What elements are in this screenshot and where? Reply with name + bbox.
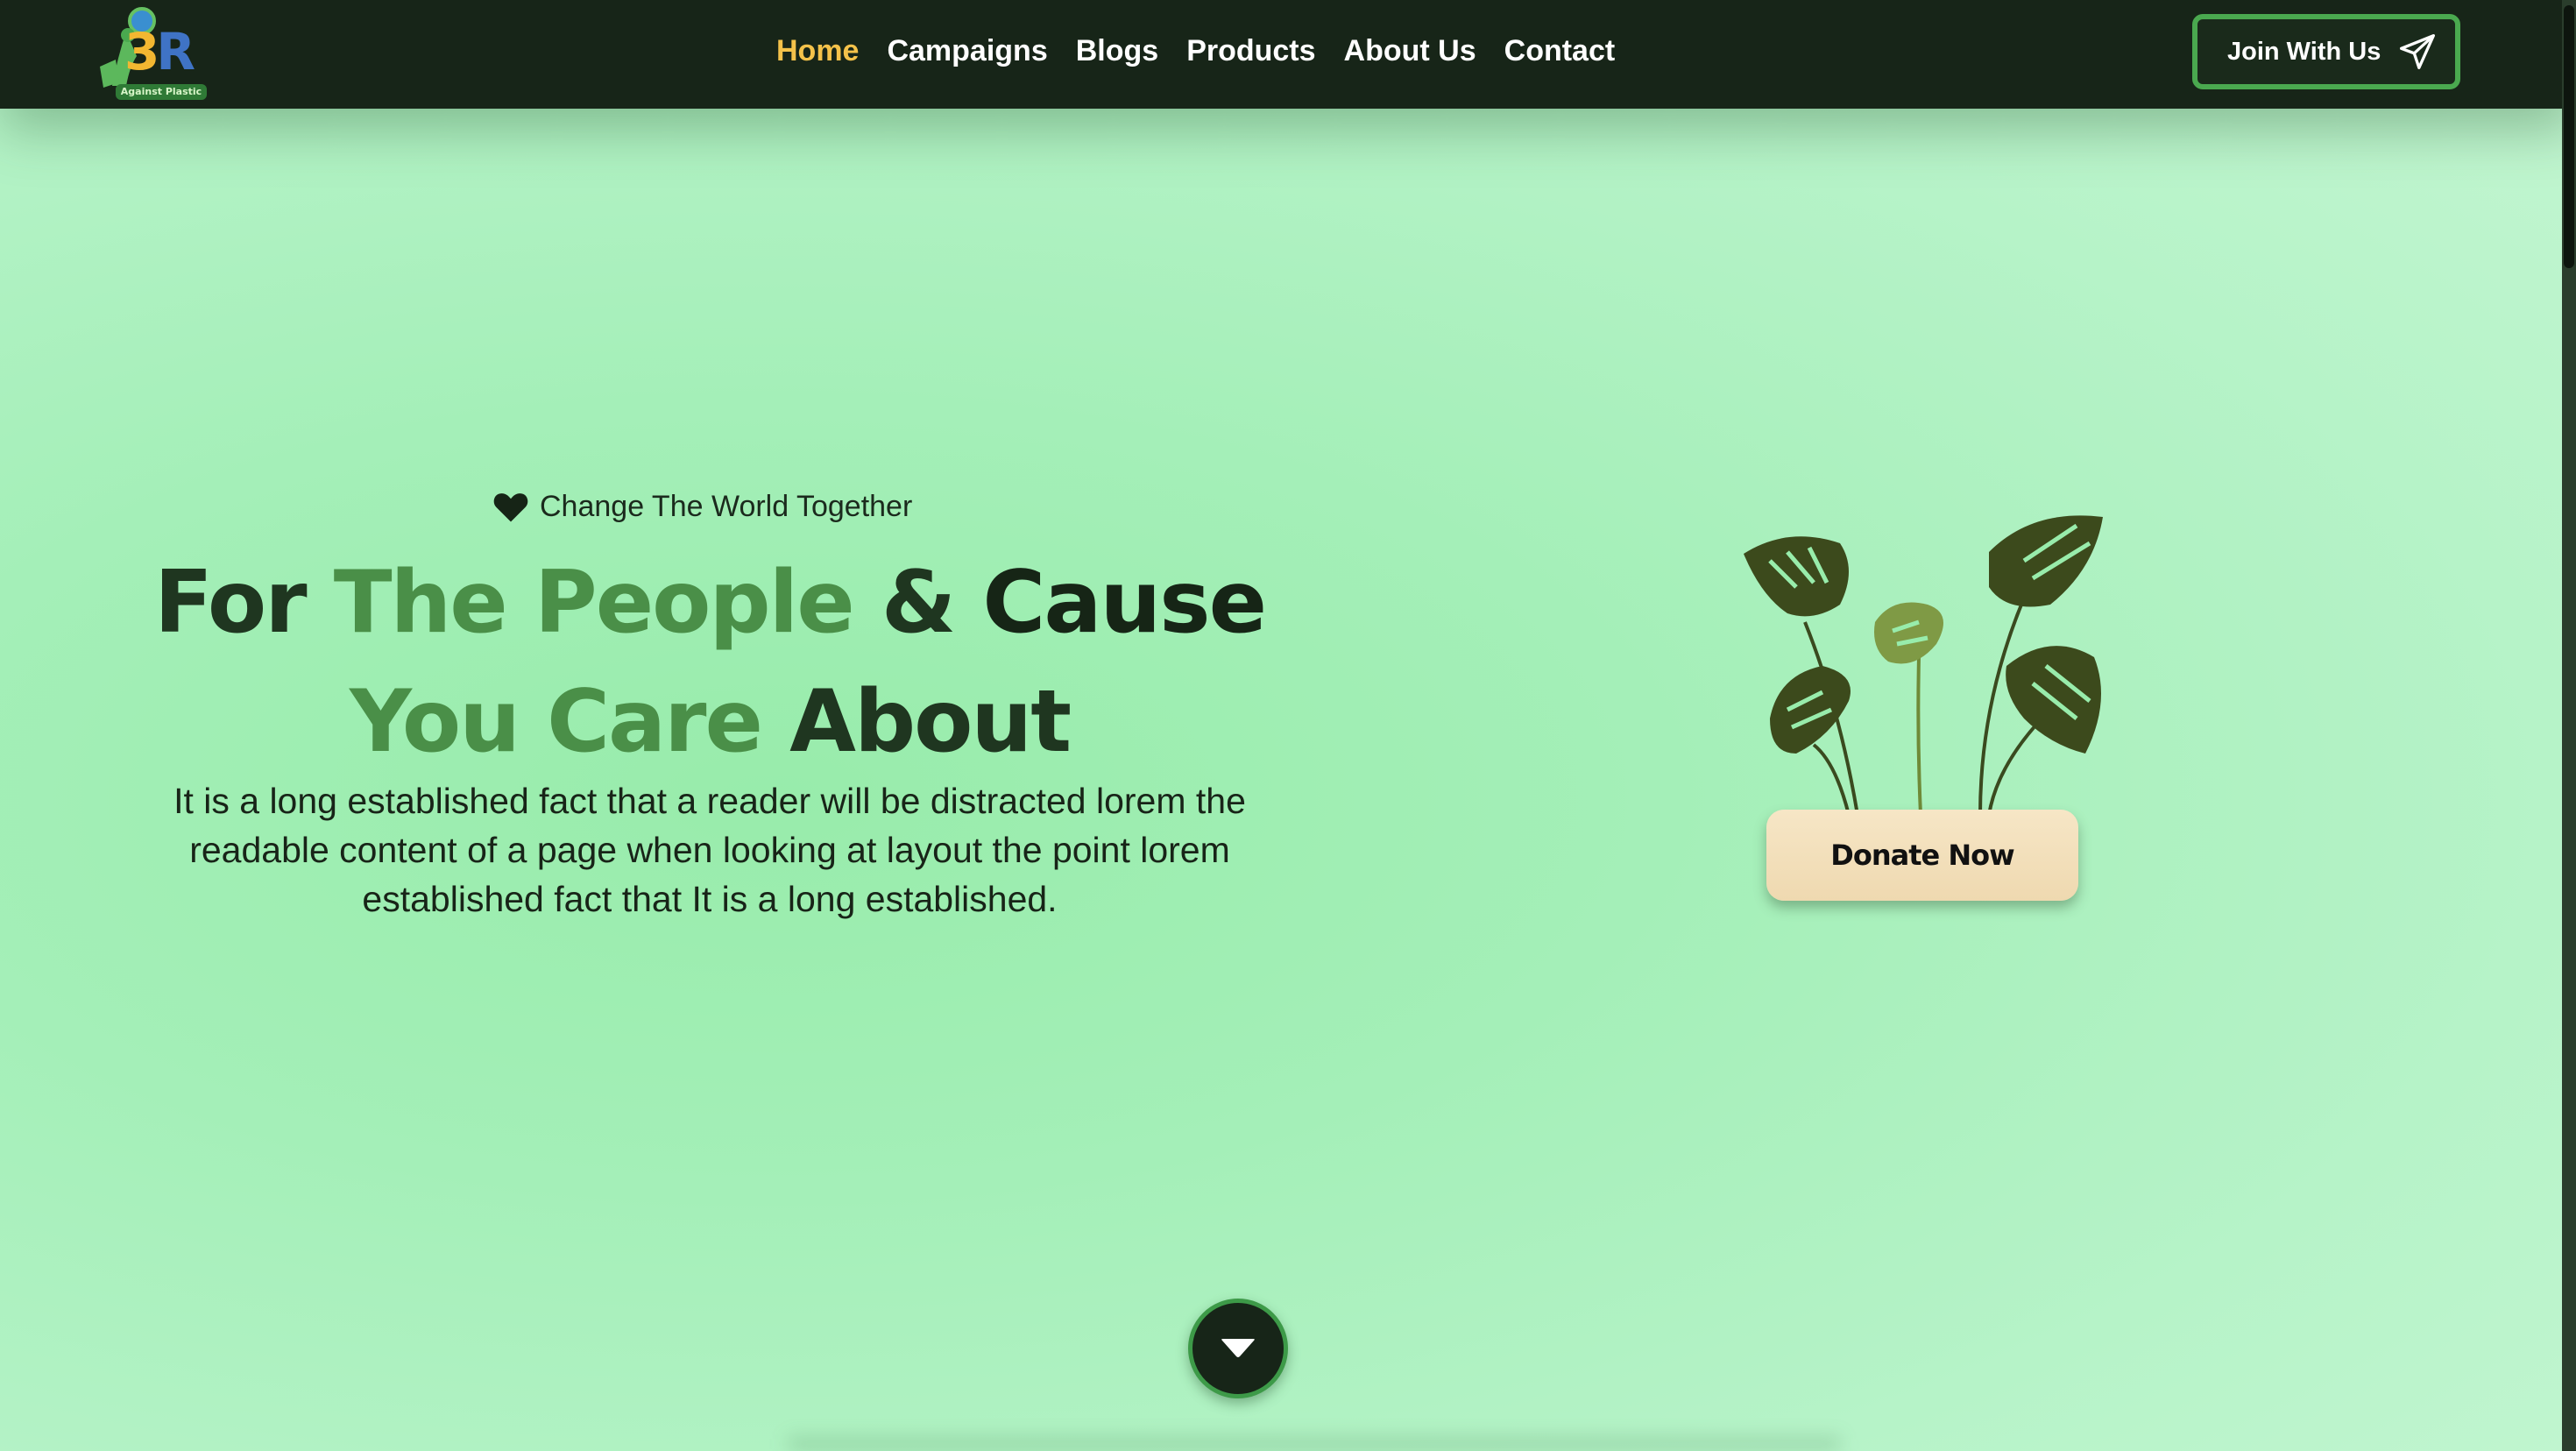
- main-nav: Home Campaigns Blogs Products About Us C…: [776, 32, 1615, 70]
- join-button-label: Join With Us: [2227, 37, 2381, 66]
- headline-word-about: About: [789, 672, 1072, 772]
- headline-line-2: You Care About: [88, 662, 1332, 782]
- join-with-us-button[interactable]: Join With Us: [2192, 14, 2460, 89]
- headline-line-1: For The People & Cause: [88, 543, 1332, 662]
- hero-headline: For The People & Cause You Care About: [88, 543, 1332, 782]
- site-logo[interactable]: 3R Against Plastic: [91, 5, 210, 100]
- monstera-plant-illustration: [1744, 515, 2103, 816]
- caret-down-icon: [1221, 1339, 1255, 1357]
- headline-phrase-you-care: You Care: [349, 672, 790, 772]
- page-scrollbar[interactable]: [2562, 0, 2576, 1451]
- headline-phrase-the-people: The People: [333, 553, 855, 653]
- headline-word-cause: Cause: [982, 553, 1267, 653]
- nav-link-products[interactable]: Products: [1186, 32, 1315, 70]
- heart-icon: [493, 493, 528, 522]
- scrollbar-thumb[interactable]: [2564, 5, 2574, 268]
- nav-link-home[interactable]: Home: [776, 32, 859, 70]
- logo-tagline: Against Plastic: [116, 84, 207, 100]
- logo-wordmark: 3R: [124, 22, 195, 81]
- headline-word-for: For: [153, 553, 334, 653]
- headline-ampersand: &: [853, 553, 983, 653]
- nav-link-campaigns[interactable]: Campaigns: [887, 32, 1047, 70]
- navbar: 3R Against Plastic Home Campaigns Blogs …: [0, 0, 2576, 109]
- hero-description: It is a long established fact that a rea…: [173, 781, 1246, 919]
- bottom-section-shadow: [789, 1437, 1840, 1451]
- nav-link-contact[interactable]: Contact: [1504, 32, 1616, 70]
- hero-tagline: Change The World Together: [492, 489, 912, 524]
- nav-link-about-us[interactable]: About Us: [1344, 32, 1476, 70]
- hero-tagline-text: Change The World Together: [540, 489, 913, 523]
- paper-plane-icon: [2400, 34, 2436, 69]
- donate-now-button[interactable]: Donate Now: [1766, 810, 2078, 901]
- nav-link-blogs[interactable]: Blogs: [1076, 32, 1158, 70]
- scroll-down-button[interactable]: [1188, 1299, 1288, 1398]
